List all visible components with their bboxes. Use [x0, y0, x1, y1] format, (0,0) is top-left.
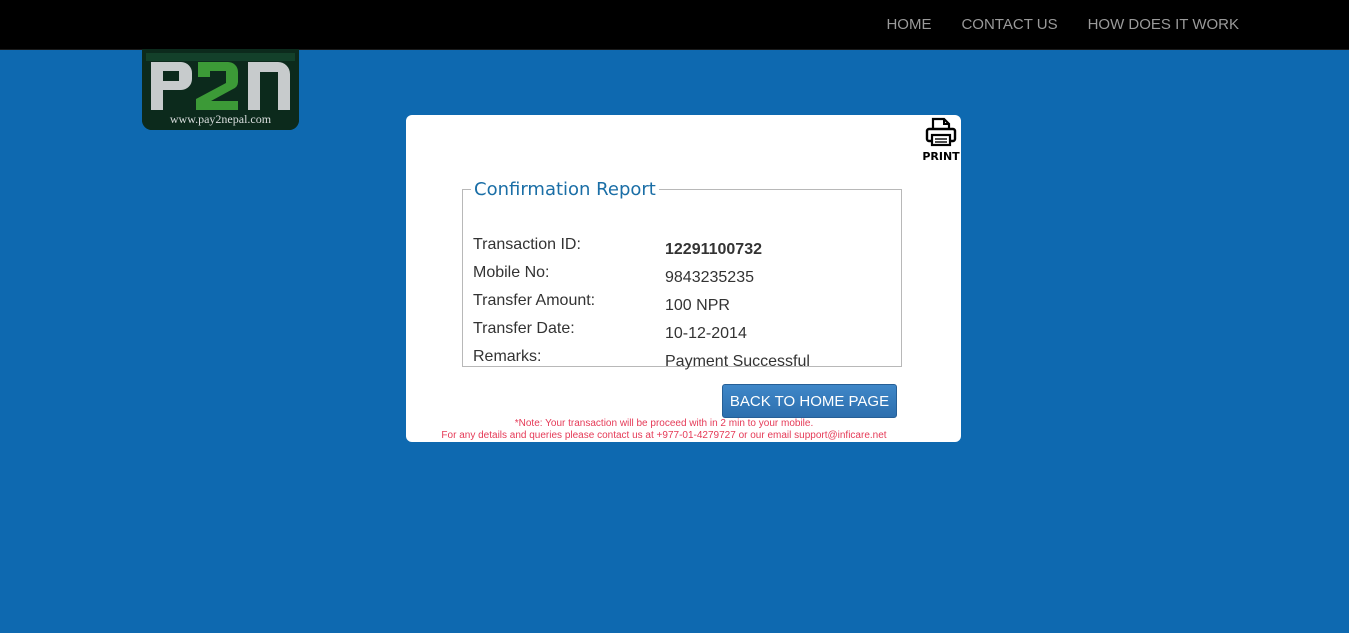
p2n-logo[interactable]: www.pay2nepal.com: [142, 49, 299, 130]
logo-url-text: www.pay2nepal.com: [170, 112, 272, 126]
transaction-id-value: 12291100732: [665, 241, 762, 258]
mobile-no-label: Mobile No:: [473, 264, 550, 281]
transfer-amount-label: Transfer Amount:: [473, 292, 596, 309]
remarks-row: Remarks: Payment Successful: [473, 348, 893, 376]
remarks-value: Payment Successful: [665, 353, 810, 370]
nav-home-link[interactable]: HOME: [886, 16, 931, 33]
confirmation-report-title: Confirmation Report: [474, 179, 656, 200]
transfer-date-label: Transfer Date:: [473, 320, 575, 337]
p2n-logo-image: www.pay2nepal.com: [142, 49, 299, 130]
nav-links: HOME CONTACT US HOW DOES IT WORK: [856, 0, 1239, 49]
top-navbar: HOME CONTACT US HOW DOES IT WORK: [0, 0, 1349, 50]
confirmation-report-box: Confirmation Report Transaction ID: 1229…: [462, 179, 902, 370]
transaction-id-label: Transaction ID:: [473, 236, 581, 253]
transfer-amount-row: Transfer Amount: 100 NPR: [473, 292, 893, 320]
nav-how-does-it-work-link[interactable]: HOW DOES IT WORK: [1088, 16, 1239, 33]
print-button[interactable]: PRINT: [922, 117, 960, 163]
mobile-no-value: 9843235235: [665, 269, 754, 286]
transaction-id-row: Transaction ID: 12291100732: [473, 236, 893, 264]
transaction-note: *Note: Your transaction will be proceed …: [514, 418, 814, 429]
print-label: PRINT: [922, 150, 960, 163]
transfer-date-value: 10-12-2014: [665, 325, 747, 342]
nav-contact-us-link[interactable]: CONTACT US: [961, 16, 1057, 33]
confirmation-card: PRINT Confirmation Report Transaction ID…: [406, 115, 961, 442]
printer-icon: [925, 117, 957, 147]
mobile-no-row: Mobile No: 9843235235: [473, 264, 893, 292]
transfer-date-row: Transfer Date: 10-12-2014: [473, 320, 893, 348]
transfer-amount-value: 100 NPR: [665, 297, 730, 314]
back-to-home-page-button[interactable]: BACK TO HOME PAGE: [722, 384, 897, 418]
remarks-label: Remarks:: [473, 348, 542, 365]
contact-note: For any details and queries please conta…: [441, 430, 887, 441]
